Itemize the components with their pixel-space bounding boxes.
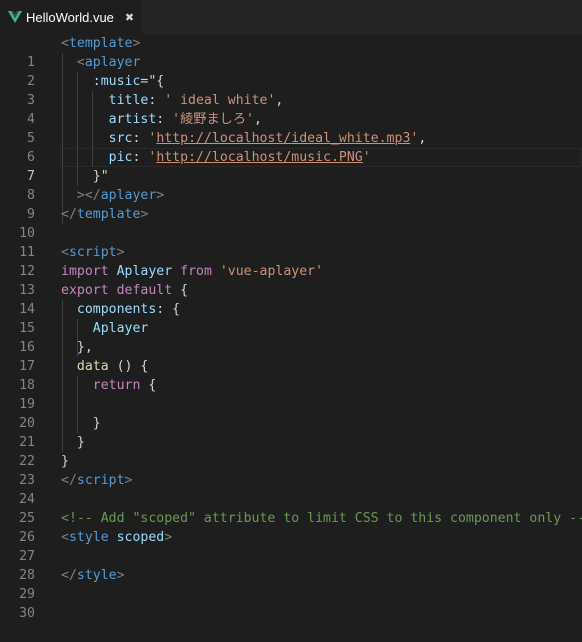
code-line: 16 Aplayer bbox=[0, 319, 582, 355]
code-line: 28 bbox=[0, 547, 582, 583]
code-line: 20 bbox=[0, 395, 582, 431]
code-comment: <!-- Add "scoped" attribute to limit CSS… bbox=[61, 511, 582, 526]
vue-icon bbox=[8, 10, 22, 23]
line-content: artist: '綾野ましろ', bbox=[108, 112, 262, 127]
code-line: 30 bbox=[0, 585, 582, 621]
code-line: 15 components: { bbox=[0, 300, 582, 336]
code-line-active: 7 pic: 'http://localhost/music.PNG' bbox=[0, 148, 582, 184]
code-line: 5 artist: '綾野ましろ', bbox=[0, 110, 582, 146]
code-line: 26 <!-- Add "scoped" attribute to limit … bbox=[0, 509, 582, 545]
line-content: export default { bbox=[61, 283, 189, 298]
line-content: src: 'http://localhost/ideal_white.mp3', bbox=[108, 131, 427, 146]
line-content: <style scoped> bbox=[61, 530, 173, 545]
code-line: 9 ></aplayer> bbox=[0, 186, 582, 222]
code-line: 12 <script> bbox=[0, 243, 582, 279]
url-link[interactable]: http://localhost/ideal_white.mp3 bbox=[156, 131, 410, 146]
line-content: data () { bbox=[76, 359, 149, 374]
line-content: title: ' ideal white', bbox=[108, 93, 284, 108]
line-content: ></aplayer> bbox=[76, 188, 165, 203]
line-content: } bbox=[61, 454, 69, 469]
tab-helloworld-vue[interactable]: HelloWorld.vue ✖ bbox=[0, 0, 142, 34]
line-content: </style> bbox=[61, 568, 125, 583]
code-line: 23 } bbox=[0, 452, 582, 488]
line-content: :music="{ bbox=[92, 74, 165, 89]
line-content: Aplayer bbox=[92, 321, 149, 336]
code-line: 3 :music="{ bbox=[0, 72, 582, 108]
code-line: 27 <style scoped> bbox=[0, 528, 582, 564]
code-line: 14 export default { bbox=[0, 281, 582, 317]
line-number: 30 bbox=[19, 606, 35, 621]
code-line: 13 import Aplayer from 'vue-aplayer' bbox=[0, 262, 582, 298]
code-line: 25 bbox=[0, 490, 582, 526]
line-content: }, bbox=[76, 340, 93, 355]
line-content: <aplayer bbox=[76, 55, 141, 70]
line-content: pic: 'http://localhost/music.PNG' bbox=[108, 150, 371, 165]
code-line: 18 data () { bbox=[0, 357, 582, 393]
tab-bar: HelloWorld.vue ✖ bbox=[0, 0, 582, 34]
line-content: } bbox=[92, 416, 101, 431]
close-icon[interactable]: ✖ bbox=[125, 11, 134, 24]
code-line: 10 </template> bbox=[0, 205, 582, 241]
code-line: 4 title: ' ideal white', bbox=[0, 91, 582, 127]
code-line: 11 bbox=[0, 224, 582, 260]
code-line: 21 } bbox=[0, 414, 582, 450]
code-line: 17 }, bbox=[0, 338, 582, 374]
code-line: 22 } bbox=[0, 433, 582, 469]
code-line: 24 </script> bbox=[0, 471, 582, 507]
line-content: </script> bbox=[61, 473, 133, 488]
line-content: import Aplayer from 'vue-aplayer' bbox=[61, 264, 324, 279]
code-line: 2 <aplayer bbox=[0, 53, 582, 89]
line-content: <template> bbox=[61, 36, 141, 51]
code-line: 1 <template> bbox=[0, 34, 582, 70]
code-line: 8 }" bbox=[0, 167, 582, 203]
line-content: <script> bbox=[61, 245, 125, 260]
code-line: 19 return { bbox=[0, 376, 582, 412]
code-line: 29 </style> bbox=[0, 566, 582, 602]
line-content: } bbox=[76, 435, 85, 450]
line-content: components: { bbox=[76, 302, 181, 317]
line-content: return { bbox=[92, 378, 157, 393]
code-editor[interactable]: 1 <template> 2 <aplayer 3 :music="{ 4 ti… bbox=[0, 34, 582, 621]
line-content: <!-- Add "scoped" attribute to limit CSS… bbox=[61, 509, 582, 528]
line-content: </template> bbox=[61, 207, 149, 222]
tab-label: HelloWorld.vue bbox=[26, 9, 114, 25]
line-content: }" bbox=[92, 169, 109, 184]
code-line: 6 src: 'http://localhost/ideal_white.mp3… bbox=[0, 129, 582, 165]
url-link[interactable]: http://localhost/music.PNG bbox=[156, 150, 362, 165]
